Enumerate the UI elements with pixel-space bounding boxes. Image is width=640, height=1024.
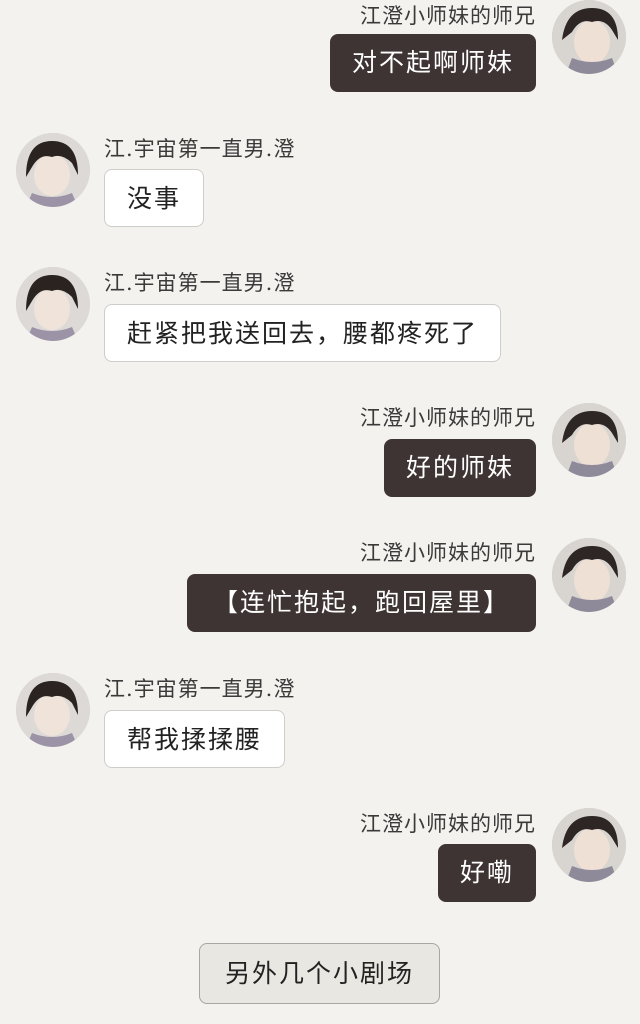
avatar[interactable] [552,0,626,74]
message-bubble[interactable]: 对不起啊师妹 [329,34,536,92]
sender-name: 江澄小师妹的师兄 [360,541,536,565]
message-bubble[interactable]: 好的师妹 [383,439,536,497]
avatar-portrait-icon [552,403,626,477]
avatar-portrait-icon [16,267,90,341]
avatar-portrait-icon [16,133,90,207]
avatar-portrait-icon [552,538,626,612]
message-bubble[interactable]: 【连忙抱起，跑回屋里】 [186,574,536,632]
sender-name: 江.宇宙第一直男.澄 [104,271,296,295]
avatar[interactable] [552,538,626,612]
avatar[interactable] [16,267,90,341]
sender-name: 江.宇宙第一直男.澄 [104,137,296,161]
avatar[interactable] [16,133,90,207]
sender-name: 江澄小师妹的师兄 [360,4,536,28]
avatar-portrait-icon [552,0,626,74]
more-stories-button[interactable]: 另外几个小剧场 [199,943,440,1004]
avatar-portrait-icon [16,673,90,747]
message-bubble[interactable]: 帮我揉揉腰 [104,710,286,768]
avatar[interactable] [552,808,626,882]
avatar[interactable] [16,673,90,747]
avatar[interactable] [552,403,626,477]
sender-name: 江澄小师妹的师兄 [360,406,536,430]
sender-name: 江澄小师妹的师兄 [360,812,536,836]
sender-name: 江.宇宙第一直男.澄 [104,677,296,701]
message-bubble[interactable]: 没事 [104,169,205,227]
message-bubble[interactable]: 赶紧把我送回去，腰都疼死了 [104,304,502,362]
message-bubble[interactable]: 好嘞 [437,844,536,902]
avatar-portrait-icon [552,808,626,882]
